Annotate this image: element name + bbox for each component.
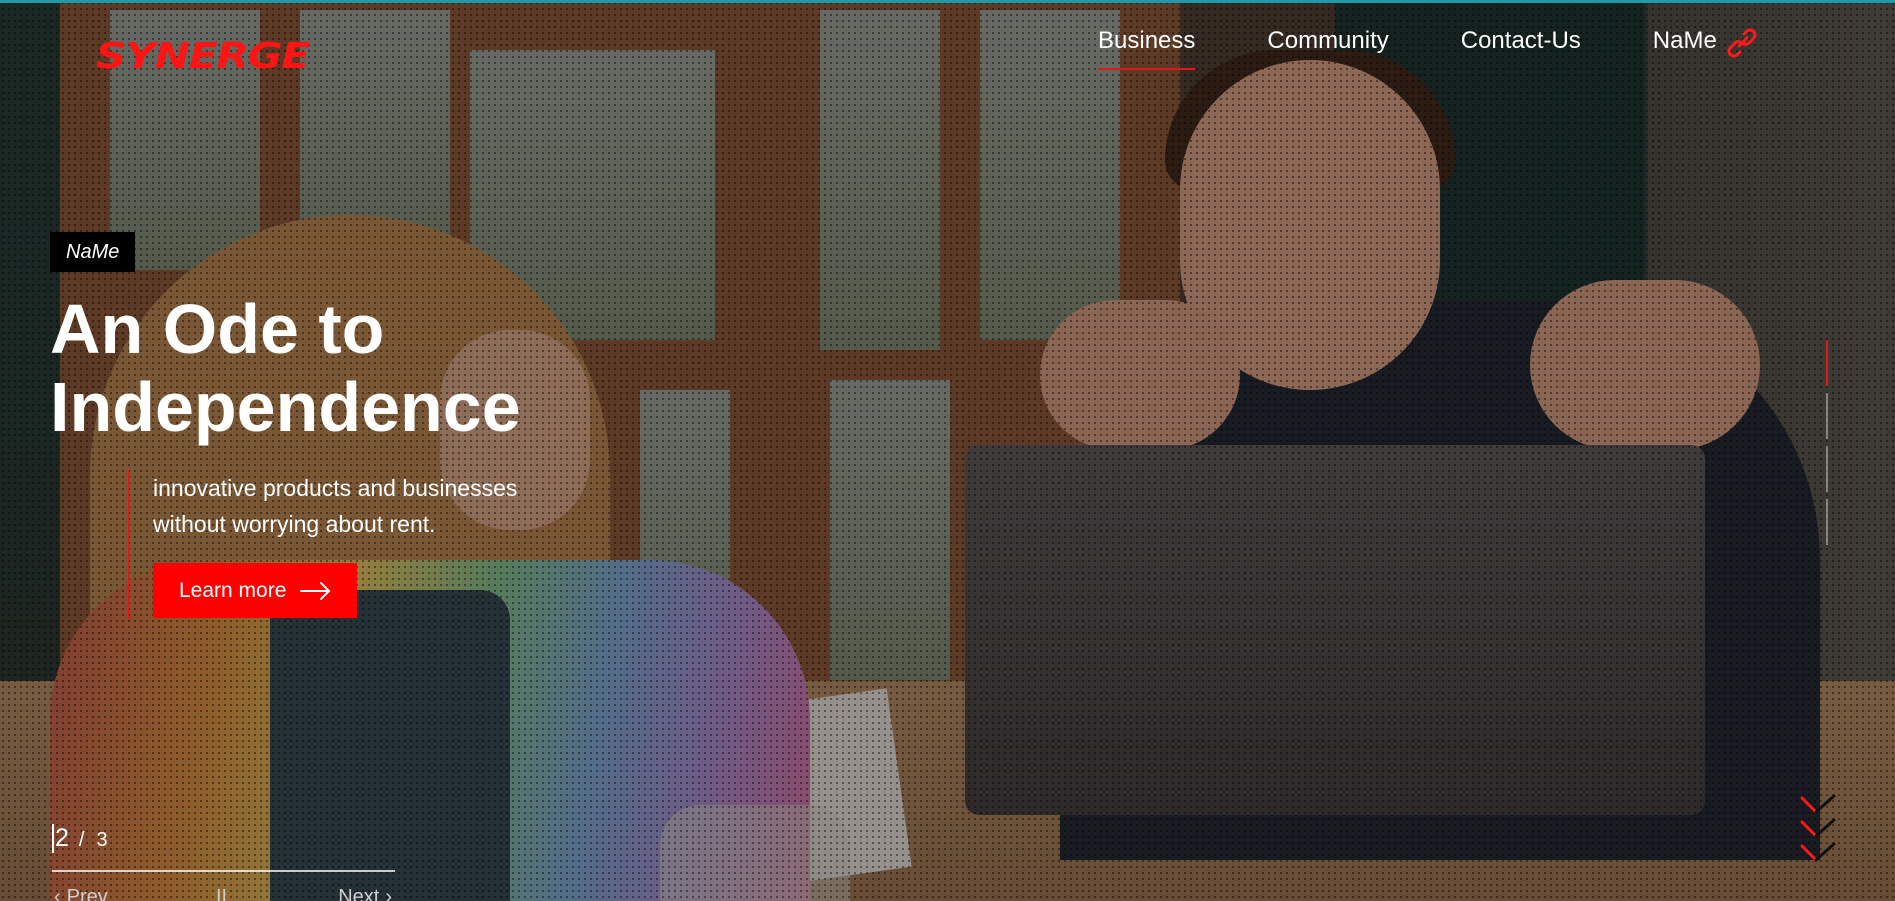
nav-item-business[interactable]: Business: [1098, 27, 1196, 71]
brand-logo[interactable]: SYNERGE: [96, 34, 310, 77]
next-button[interactable]: Next ›: [338, 886, 398, 901]
slide-indicator[interactable]: [1826, 446, 1828, 492]
headline-line-2: Independence: [50, 368, 521, 446]
subtitle-line-1: innovative products and businesses: [153, 475, 518, 501]
main-nav: Business Community Contact-Us NaMe: [1098, 26, 1759, 71]
logo-text: SYNERGE: [96, 34, 310, 77]
slide-indicator[interactable]: [1826, 499, 1828, 545]
learn-more-label: Learn more: [179, 578, 287, 602]
top-accent-line: [0, 0, 1895, 3]
hero-tag: NaMe: [50, 232, 136, 272]
chevron-left-icon: ‹: [54, 886, 61, 901]
subtitle-line-2: without worrying about rent.: [153, 511, 436, 537]
headline-line-1: An Ode to: [50, 290, 385, 368]
slide-separator: /: [78, 829, 85, 851]
slide-indicator[interactable]: [1826, 393, 1828, 439]
next-label: Next: [338, 886, 380, 901]
slide-indicators: [1826, 340, 1830, 552]
arrow-right-icon: [300, 581, 331, 600]
hero-subtitle: innovative products and businesses witho…: [153, 470, 613, 542]
slide-progress-line: [52, 870, 395, 872]
hero-background-image: [0, 0, 1895, 901]
pause-button[interactable]: II: [216, 886, 227, 901]
slider-nav: ‹ Prev II Next ›: [48, 886, 398, 901]
scroll-down-icon[interactable]: [1800, 792, 1850, 872]
chevron-right-icon: ›: [385, 886, 392, 901]
slide-total: 3: [96, 829, 108, 851]
learn-more-button[interactable]: Learn more: [153, 563, 357, 618]
nav-item-contact-us[interactable]: Contact-Us: [1461, 27, 1581, 68]
slide-indicator[interactable]: [1826, 340, 1828, 386]
nav-item-name[interactable]: NaMe: [1653, 27, 1717, 68]
slide-counter: 2 / 3: [52, 824, 108, 853]
slide-current: 2: [52, 824, 69, 853]
prev-label: Prev: [66, 886, 108, 901]
link-icon[interactable]: [1725, 26, 1759, 60]
nav-item-community[interactable]: Community: [1267, 27, 1388, 68]
hero-headline: An Ode to Independence: [50, 290, 750, 446]
prev-button[interactable]: ‹ Prev: [48, 886, 108, 901]
